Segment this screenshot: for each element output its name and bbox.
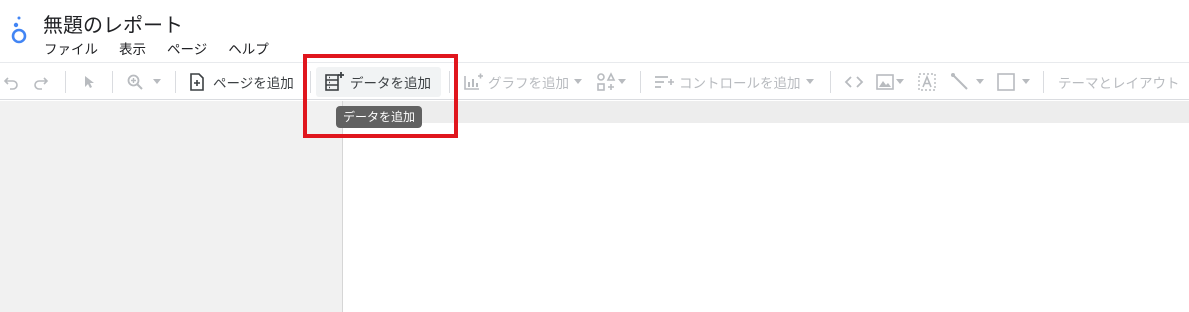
chevron-down-icon — [618, 79, 626, 84]
toolbar: ページを追加 データを追加 グラフを追加 コントロールを追加 テーマとレイアウト — [0, 62, 1189, 100]
app-header: 無題のレポート ファイル 表示 ページ ヘルプ — [0, 0, 1189, 62]
toolbar-separator — [175, 71, 176, 93]
toolbar-separator — [449, 71, 450, 93]
zoom-dropdown[interactable] — [126, 63, 161, 100]
menu-bar: ファイル 表示 ページ ヘルプ — [44, 38, 290, 58]
toolbar-separator — [830, 71, 831, 93]
looker-studio-logo-icon[interactable] — [8, 10, 30, 48]
pointer-icon[interactable] — [82, 63, 96, 100]
chevron-down-icon — [574, 79, 582, 84]
add-page-icon — [189, 72, 205, 91]
chevron-down-icon — [153, 79, 161, 84]
toolbar-separator — [310, 71, 311, 93]
theme-layout-label: テーマとレイアウト — [1058, 75, 1180, 92]
toolbar-separator — [1043, 71, 1044, 93]
add-control-dropdown[interactable]: コントロールを追加 — [654, 63, 814, 100]
add-chart-icon — [463, 73, 483, 91]
toolbar-separator — [112, 71, 113, 93]
community-visualizations-dropdown[interactable] — [596, 63, 626, 100]
line-dropdown[interactable] — [950, 63, 984, 100]
report-title[interactable]: 無題のレポート — [43, 9, 183, 38]
code-icon[interactable] — [844, 63, 864, 100]
image-icon — [876, 73, 894, 91]
workspace-top-margin — [343, 101, 1189, 123]
text-icon[interactable] — [918, 63, 936, 100]
zoom-icon — [126, 73, 144, 91]
menu-help[interactable]: ヘルプ — [228, 38, 269, 58]
chevron-down-icon — [805, 79, 814, 84]
theme-layout-button[interactable]: テーマとレイアウト — [1058, 63, 1180, 100]
report-canvas[interactable] — [344, 123, 1189, 312]
menu-view[interactable]: 表示 — [119, 38, 146, 58]
menu-page[interactable]: ページ — [167, 38, 207, 58]
chevron-down-icon — [1022, 79, 1030, 84]
community-visualizations-icon — [596, 71, 616, 92]
rectangle-icon — [997, 72, 1015, 91]
add-chart-dropdown[interactable]: グラフを追加 — [463, 63, 582, 100]
add-page-button[interactable]: ページを追加 — [189, 63, 294, 100]
toolbar-separator — [640, 71, 641, 93]
add-control-icon — [654, 73, 674, 91]
shape-dropdown[interactable] — [997, 63, 1030, 100]
add-control-label: コントロールを追加 — [679, 75, 801, 92]
chevron-down-icon — [896, 79, 904, 84]
add-data-icon — [324, 71, 344, 92]
add-data-tooltip: データを追加 — [336, 106, 423, 128]
workspace-left-margin — [0, 101, 343, 312]
menu-file[interactable]: ファイル — [44, 38, 98, 58]
add-chart-label: グラフを追加 — [488, 75, 569, 92]
line-icon — [950, 72, 970, 92]
redo-icon[interactable] — [32, 63, 50, 100]
image-dropdown[interactable] — [876, 63, 904, 100]
add-data-label: データを追加 — [350, 75, 431, 92]
undo-icon[interactable] — [2, 63, 20, 100]
toolbar-separator — [65, 71, 66, 93]
add-page-label: ページを追加 — [213, 75, 294, 92]
chevron-down-icon — [976, 79, 984, 84]
add-data-button[interactable]: データを追加 — [324, 63, 431, 100]
